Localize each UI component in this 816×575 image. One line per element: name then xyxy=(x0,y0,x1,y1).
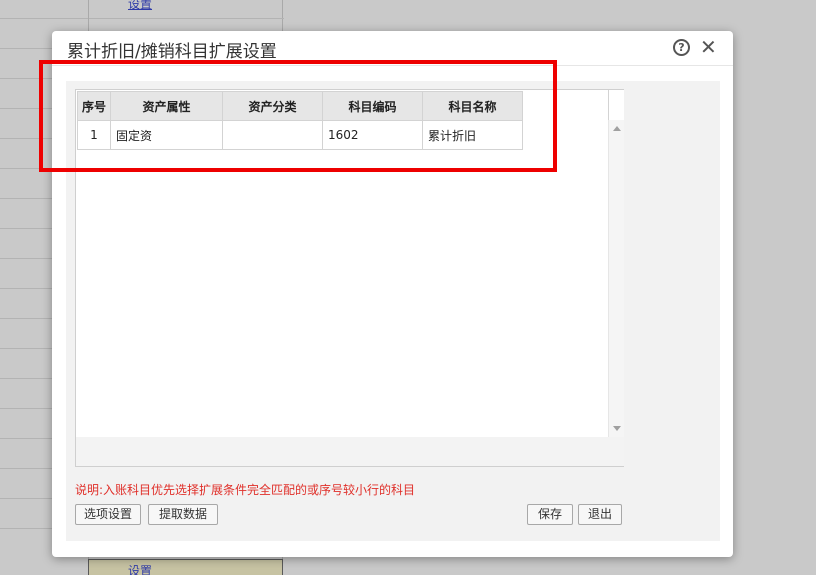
help-circle-icon[interactable]: ? xyxy=(673,39,690,56)
exit-button[interactable]: 退出 xyxy=(578,504,622,525)
vertical-scrollbar[interactable] xyxy=(608,120,624,437)
annotation-highlight-box xyxy=(39,60,557,172)
fetch-data-button[interactable]: 提取数据 xyxy=(148,504,218,525)
background-row xyxy=(89,18,284,19)
close-icon[interactable]: ✕ xyxy=(700,37,717,57)
options-settings-button[interactable]: 选项设置 xyxy=(75,504,141,525)
background-row xyxy=(0,18,88,19)
horizontal-scrollbar[interactable] xyxy=(76,437,624,466)
scroll-up-arrow-icon[interactable] xyxy=(613,126,621,131)
scroll-down-arrow-icon[interactable] xyxy=(613,426,621,431)
background-selected-cell xyxy=(88,559,283,575)
save-button[interactable]: 保存 xyxy=(527,504,573,525)
note-text: 说明:入账科目优先选择扩展条件完全匹配的或序号较小行的科目 xyxy=(75,483,416,497)
dialog-title: 累计折旧/摊销科目扩展设置 xyxy=(67,42,277,62)
background-link-settings[interactable]: 设置 xyxy=(128,562,152,575)
background-link-settings[interactable]: 设置 xyxy=(128,0,152,12)
scrollbar-header xyxy=(608,90,624,120)
